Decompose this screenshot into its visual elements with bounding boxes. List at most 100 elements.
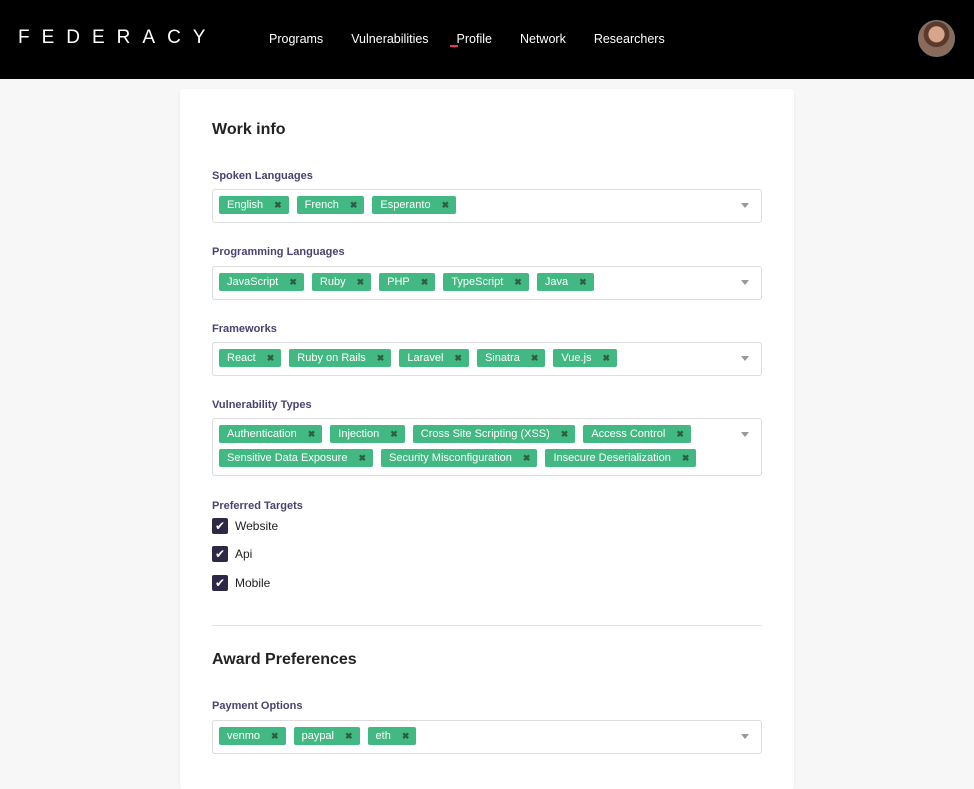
remove-tag-icon[interactable]: ✖ (523, 449, 531, 467)
remove-tag-icon[interactable]: ✖ (271, 727, 279, 745)
multiselect-frameworks[interactable]: React ✖ Ruby on Rails ✖ Laravel ✖ Sinatra ✖ Vue.… (212, 342, 762, 376)
work-info-title: Work info (212, 121, 286, 138)
tag: paypal ✖ (293, 727, 360, 745)
remove-tag-icon[interactable]: ✖ (682, 449, 690, 467)
remove-tag-icon[interactable]: ✖ (561, 425, 569, 443)
tag-label: Java (544, 276, 569, 288)
tag-label: Access Control (591, 428, 666, 440)
check-icon[interactable]: ✔ (212, 518, 228, 534)
tag: Insecure Deserialization ✖ (545, 449, 697, 467)
tag-label: eth (375, 730, 391, 742)
tag-label: Sensitive Data Exposure (227, 452, 348, 464)
checkbox-label: Website (235, 519, 279, 533)
chevron-down-icon[interactable] (741, 203, 749, 208)
tag: Esperanto ✖ (372, 196, 457, 214)
chevron-down-icon[interactable] (741, 734, 749, 739)
tag: Authentication ✖ (219, 425, 323, 443)
nav-link-programs[interactable]: Programs (269, 32, 323, 46)
tag: React ✖ (219, 349, 282, 367)
tag-label: PHP (387, 276, 410, 288)
tag: English ✖ (219, 196, 289, 214)
remove-tag-icon[interactable]: ✖ (308, 425, 316, 443)
multiselect-vulnerability-types[interactable]: Authentication ✖ Injection ✖ Cross Site Scri… (212, 418, 762, 476)
tag: PHP ✖ (379, 273, 436, 291)
remove-tag-icon[interactable]: ✖ (267, 349, 275, 367)
remove-tag-icon[interactable]: ✖ (390, 425, 398, 443)
remove-tag-icon[interactable]: ✖ (442, 196, 450, 214)
tag: Ruby on Rails ✖ (289, 349, 392, 367)
field-label: Payment Options (212, 700, 303, 712)
tag: Security Misconfiguration ✖ (381, 449, 538, 467)
checkbox-mobile[interactable]: ✔ Mobile (212, 575, 270, 591)
remove-tag-icon[interactable]: ✖ (289, 273, 297, 291)
tag-label: venmo (227, 730, 261, 742)
tag-label: Laravel (407, 352, 444, 364)
tag-label: Ruby (319, 276, 346, 288)
multiselect-payment-options[interactable]: venmo ✖ paypal ✖ eth ✖ (212, 720, 762, 754)
checkbox-label: Mobile (235, 576, 271, 590)
tag-label: English (227, 199, 264, 211)
tag: TypeScript ✖ (443, 273, 529, 291)
tag: Injection ✖ (330, 425, 405, 443)
remove-tag-icon[interactable]: ✖ (676, 425, 684, 443)
tag-label: French (304, 199, 339, 211)
nav-link-profile[interactable]: Profile (449, 32, 492, 47)
tag: Java ✖ (536, 273, 594, 291)
tag-label: JavaScript (227, 276, 279, 288)
tag: venmo ✖ (219, 727, 286, 745)
remove-tag-icon[interactable]: ✖ (274, 196, 282, 214)
remove-tag-icon[interactable]: ✖ (531, 349, 539, 367)
multiselect-programming-languages[interactable]: JavaScript ✖ Ruby ✖ PHP ✖ TypeScript ✖ Java ✖ (212, 266, 762, 300)
targets-label: Preferred Targets (212, 500, 303, 512)
chevron-down-icon[interactable] (741, 280, 749, 285)
nav-link-researchers[interactable]: Researchers (594, 32, 665, 46)
checkbox-label: Api (235, 547, 253, 561)
tag-label: Cross Site Scripting (XSS) (420, 428, 550, 440)
tag-label: Authentication (227, 428, 297, 440)
remove-tag-icon[interactable]: ✖ (357, 273, 365, 291)
tag-label: Ruby on Rails (297, 352, 366, 364)
logo[interactable]: FEDERACY (18, 27, 217, 49)
tag: Cross Site Scripting (XSS) ✖ (412, 425, 576, 443)
field-label: Programming Languages (212, 246, 345, 258)
tag: Sensitive Data Exposure ✖ (219, 449, 373, 467)
tag: Access Control ✖ (583, 425, 691, 443)
divider (212, 625, 762, 626)
tag-label: Vue.js (561, 352, 592, 364)
award-title: Award Preferences (212, 651, 357, 668)
remove-tag-icon[interactable]: ✖ (358, 449, 366, 467)
check-icon[interactable]: ✔ (212, 575, 228, 591)
remove-tag-icon[interactable]: ✖ (421, 273, 429, 291)
checkbox-api[interactable]: ✔ Api (212, 546, 252, 562)
tag-label: TypeScript (451, 276, 504, 288)
tag: JavaScript ✖ (219, 273, 304, 291)
remove-tag-icon[interactable]: ✖ (454, 349, 462, 367)
field-label: Spoken Languages (212, 170, 313, 182)
remove-tag-icon[interactable]: ✖ (514, 273, 522, 291)
remove-tag-icon[interactable]: ✖ (402, 727, 410, 745)
remove-tag-icon[interactable]: ✖ (350, 196, 358, 214)
profile-card: Work info Preferred Targets Award Prefer… (180, 89, 794, 789)
check-icon[interactable]: ✔ (212, 546, 228, 562)
remove-tag-icon[interactable]: ✖ (603, 349, 611, 367)
tag-label: React (227, 352, 256, 364)
tag-label: Insecure Deserialization (553, 452, 671, 464)
checkbox-website[interactable]: ✔ Website (212, 518, 278, 534)
multiselect-spoken-languages[interactable]: English ✖ French ✖ Esperanto ✖ (212, 189, 762, 223)
tag: Vue.js ✖ (553, 349, 618, 367)
chevron-down-icon[interactable] (741, 356, 749, 361)
avatar[interactable] (918, 20, 955, 57)
field-label: Vulnerability Types (212, 399, 312, 411)
tag-label: Esperanto (380, 199, 431, 211)
tag-label: Sinatra (484, 352, 520, 364)
tag: Sinatra ✖ (476, 349, 546, 367)
tag: Laravel ✖ (399, 349, 469, 367)
nav-link-vulnerabilities[interactable]: Vulnerabilities (351, 32, 428, 46)
tag: eth ✖ (367, 727, 417, 745)
nav-link-network[interactable]: Network (520, 32, 566, 46)
chevron-down-icon[interactable] (741, 432, 749, 437)
remove-tag-icon[interactable]: ✖ (377, 349, 385, 367)
field-label: Frameworks (212, 323, 277, 335)
remove-tag-icon[interactable]: ✖ (345, 727, 353, 745)
remove-tag-icon[interactable]: ✖ (579, 273, 587, 291)
